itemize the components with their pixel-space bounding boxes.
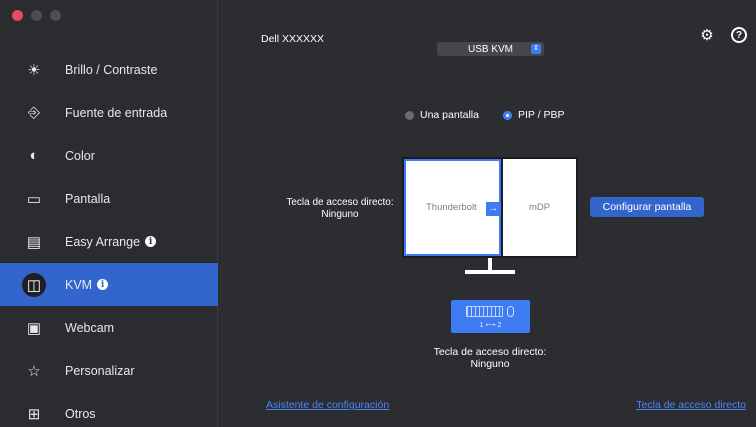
input-source-icon: ⎆ [27, 104, 40, 121]
sidebar-item-label: Personalizar [65, 363, 135, 378]
help-icon[interactable]: ? [730, 26, 748, 44]
kvm-switch-label: 1 ⟷ 2 [479, 322, 502, 329]
info-icon[interactable]: i [97, 279, 109, 290]
maximize-window-button[interactable] [50, 10, 61, 21]
sidebar-item-color[interactable]: ◐ Color [0, 134, 218, 177]
arrow-right-icon[interactable]: → [486, 202, 499, 216]
sidebar-item-label: Fuente de entrada [65, 105, 168, 120]
top-toolbar: ⚙ ? [698, 26, 748, 44]
kvm-icon: ◫ [22, 272, 46, 297]
sidebar-item-webcam[interactable]: ▣ Webcam [0, 306, 218, 349]
keyboard-icon [466, 306, 503, 317]
chevron-updown-icon: ⇕ [531, 44, 541, 54]
window-controls [12, 10, 61, 21]
sidebar-item-easy-arrange[interactable]: ▤ Easy Arrange i [0, 220, 218, 263]
sidebar-nav: ☀ Brillo / Contraste ⎆ Fuente de entrada… [0, 48, 218, 427]
sidebar-item-label: Otros [65, 406, 96, 421]
star-icon: ☆ [27, 362, 41, 380]
easy-arrange-icon: ▤ [26, 233, 42, 251]
sidebar-item-others[interactable]: ⊞ Otros [0, 392, 218, 427]
radio-indicator-selected[interactable] [502, 110, 512, 120]
brightness-icon: ☀ [27, 61, 41, 79]
webcam-icon: ▣ [26, 319, 42, 337]
screen-right-label: mDP [528, 202, 551, 213]
radio-indicator[interactable] [405, 110, 414, 120]
sidebar-item-kvm[interactable]: ◫ KVM i [0, 263, 218, 306]
hotkey-left-text: Tecla de acceso directo: Ninguno [286, 197, 394, 220]
close-window-button[interactable] [12, 10, 23, 21]
radio-label: PIP / PBP [517, 109, 565, 121]
display-icon: ▭ [26, 190, 42, 208]
sidebar-item-label: Easy Arrange [65, 234, 141, 249]
sidebar: ☀ Brillo / Contraste ⎆ Fuente de entrada… [0, 0, 218, 427]
sidebar-item-brightness-contrast[interactable]: ☀ Brillo / Contraste [0, 48, 218, 91]
hotkey-link[interactable]: Tecla de acceso directo [636, 399, 746, 411]
sidebar-item-label: Webcam [65, 320, 115, 335]
hotkey-bottom-text: Tecla de acceso directo: Ninguno [433, 346, 547, 370]
display-mode-radio-group: Una pantalla PIP / PBP [405, 109, 564, 121]
monitor-stand-base [465, 270, 515, 274]
screen-left-label: Thunderbolt [426, 202, 477, 213]
kvm-keyboard-mouse-button[interactable]: 1 ⟷ 2 [451, 300, 530, 333]
sidebar-item-personalize[interactable]: ☆ Personalizar [0, 349, 218, 392]
color-palette-icon: ◐ [29, 147, 39, 164]
sidebar-item-display[interactable]: ▭ Pantalla [0, 177, 218, 220]
monitor-stand-neck [488, 258, 492, 270]
configure-display-button[interactable]: Configurar pantalla [590, 197, 704, 217]
monitor-name: Dell XXXXXX [261, 33, 325, 45]
minimize-window-button[interactable] [31, 10, 42, 21]
app-window: ☀ Brillo / Contraste ⎆ Fuente de entrada… [0, 0, 756, 427]
main-panel: Dell XXXXXX ⚙ ? USB KVM ⇕ Una pantalla P… [218, 0, 756, 427]
radio-label: Una pantalla [420, 109, 479, 121]
kvm-mode-select-value: USB KVM [467, 43, 513, 55]
sidebar-item-input-source[interactable]: ⎆ Fuente de entrada [0, 91, 218, 134]
info-icon[interactable]: i [145, 236, 157, 247]
radio-single-display[interactable]: Una pantalla [405, 109, 479, 121]
sidebar-item-label: Brillo / Contraste [65, 62, 158, 77]
sidebar-item-label: Pantalla [65, 191, 111, 206]
screen-left[interactable]: Thunderbolt → [404, 159, 501, 256]
sidebar-item-label: Color [65, 148, 95, 163]
screen-right[interactable]: mDP [503, 159, 576, 256]
radio-pip-pbp[interactable]: PIP / PBP [502, 109, 565, 121]
gear-icon[interactable]: ⚙ [698, 26, 716, 44]
others-icon: ⊞ [27, 405, 41, 423]
monitor-preview: Thunderbolt → mDP [402, 157, 578, 258]
sidebar-item-label: KVM [65, 277, 93, 292]
kvm-mode-select[interactable]: USB KVM ⇕ [437, 42, 544, 56]
mouse-icon [507, 306, 514, 317]
setup-wizard-link[interactable]: Asistente de configuración [266, 399, 389, 411]
